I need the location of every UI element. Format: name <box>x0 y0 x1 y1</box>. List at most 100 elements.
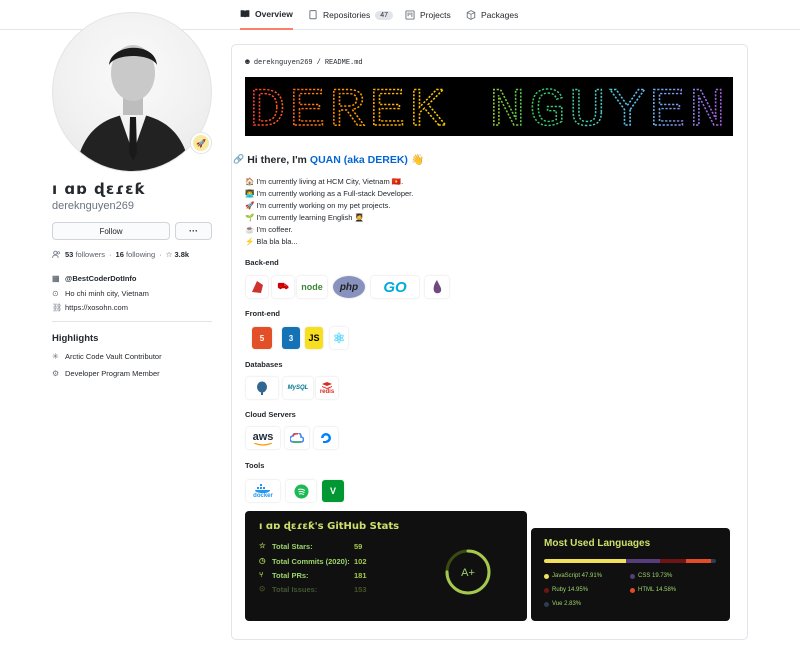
location-icon: ⊙ <box>52 288 59 298</box>
project-icon <box>405 10 415 20</box>
gcloud-icon[interactable] <box>285 427 309 449</box>
following-count: 16 <box>115 250 124 259</box>
aws-icon[interactable]: aws <box>246 427 280 449</box>
react-icon[interactable]: ⚛ <box>330 327 348 349</box>
vim-icon[interactable]: V <box>322 480 344 502</box>
cpu-icon: ⚙ <box>52 368 60 378</box>
following-label: following <box>125 250 156 259</box>
divider <box>52 321 212 322</box>
highlight-label: Developer Program Member <box>65 369 160 378</box>
snowflake-icon: ✳ <box>52 351 59 361</box>
followers-count: 53 <box>65 250 74 259</box>
followers-link[interactable]: 53 followers <box>65 250 105 259</box>
rocket-icon: 🚀 <box>193 135 209 151</box>
issue-icon: ⊙ <box>259 584 266 593</box>
language-label: JavaScript 47.91% <box>552 573 603 579</box>
highlight-arctic[interactable]: ✳ Arctic Code Vault Contributor <box>52 352 162 361</box>
follow-stats: 53 followers · 16 following · ☆ 3.8k <box>52 250 189 259</box>
html5-icon[interactable]: 5 <box>252 327 272 349</box>
org-name: @BestCoderDotInfo <box>65 274 137 283</box>
elixir-glyph <box>433 280 442 294</box>
language-bar-segment <box>711 559 716 563</box>
language-label: HTML 14.58% <box>638 587 677 593</box>
go-text: GO <box>383 278 407 296</box>
readme-banner: DEREK NGUYEN <box>245 77 733 136</box>
status-emoji-button[interactable]: 🚀 <box>190 132 212 154</box>
digitalocean-glyph <box>321 433 331 443</box>
profile-login: dereknguyen269 <box>52 200 134 212</box>
languages-title: Most Used Languages <box>544 538 651 549</box>
css3-icon[interactable]: 3 <box>282 327 300 349</box>
stat-row-stars: ☆ Total Stars: 59 <box>259 541 362 551</box>
stars-count: 3.8k <box>174 250 190 259</box>
language-dot <box>630 573 635 579</box>
php-icon[interactable]: php <box>333 276 365 298</box>
stat-row-commits: ◷ Total Commits (2020): 102 <box>259 556 367 566</box>
link-icon: ⛓ <box>52 302 63 312</box>
top-languages-card[interactable]: Most Used Languages JavaScript 47.91% CS… <box>531 528 730 621</box>
language-item: JavaScript 47.91% <box>544 573 602 579</box>
follow-button[interactable]: Follow <box>52 222 170 240</box>
readme-line: 🏠 I'm currently living at HCM City, Viet… <box>245 177 404 186</box>
stat-value: 102 <box>354 557 367 566</box>
elixir-icon[interactable] <box>425 276 449 298</box>
stars-link[interactable]: ☆ 3.8k <box>166 250 189 259</box>
tab-packages[interactable]: Packages <box>466 0 518 30</box>
language-bar-segment <box>544 559 627 563</box>
readme-owner-link[interactable]: dereknguyen269 <box>254 59 313 67</box>
github-stats-card[interactable]: ı ɑɒ ɖɛɾɛƙ's GitHub Stats ☆ Total Stars: … <box>245 511 527 621</box>
banner-text: DEREK NGUYEN <box>249 81 729 136</box>
more-options-button[interactable]: ··· <box>175 222 212 240</box>
redis-icon[interactable]: redis <box>316 377 338 399</box>
spotify-icon[interactable] <box>286 480 316 502</box>
go-icon[interactable]: GO <box>371 276 419 298</box>
node-text: node <box>301 282 323 292</box>
profile-org[interactable]: ▦ @BestCoderDotInfo <box>52 274 136 283</box>
readme-heading: 🔗 Hi there, I'm QUAN (aka DEREK) 👋 <box>233 153 425 167</box>
location-text: Ho chi minh city, Vietnam <box>65 289 149 298</box>
javascript-icon[interactable]: JS <box>305 327 323 349</box>
section-databases-title: Databases <box>245 360 283 369</box>
tab-projects[interactable]: Projects <box>405 0 451 30</box>
rails-icon[interactable]: ⛟ <box>272 276 294 298</box>
banner-art: DEREK NGUYEN <box>248 80 729 136</box>
tab-repositories[interactable]: Repositories 47 <box>308 0 394 30</box>
organization-icon: ▦ <box>52 273 60 283</box>
package-icon <box>466 10 476 20</box>
docker-glyph <box>255 483 270 493</box>
section-backend-title: Back-end <box>245 258 279 267</box>
postgresql-icon[interactable] <box>246 377 278 399</box>
avatar[interactable] <box>52 12 212 172</box>
mysql-icon[interactable]: MySQL <box>283 377 313 399</box>
website-link[interactable]: https://xosohn.com <box>65 303 128 312</box>
following-link[interactable]: 16 following <box>116 250 156 259</box>
digitalocean-icon[interactable] <box>314 427 338 449</box>
redis-text: redis <box>319 388 335 395</box>
profile-website[interactable]: ⛓ https://xosohn.com <box>52 303 128 312</box>
readme-file-link[interactable]: README.md <box>325 59 363 67</box>
anchor-link-icon[interactable]: 🔗 <box>233 154 244 165</box>
wave-icon: 👋 <box>410 154 425 166</box>
stats-title: ı ɑɒ ɖɛɾɛƙ's GitHub Stats <box>259 521 400 532</box>
stat-value: 181 <box>354 571 367 580</box>
postgres-glyph <box>257 381 267 395</box>
profile-name: ı ɑɒ ɖɛɾɛƙ <box>52 180 146 198</box>
ruby-icon[interactable] <box>246 276 268 298</box>
tab-overview[interactable]: Overview <box>240 0 293 30</box>
highlight-developer-program[interactable]: ⚙ Developer Program Member <box>52 369 160 378</box>
php-text: php <box>339 281 359 293</box>
language-bar-segment <box>660 559 687 563</box>
followers-label: followers <box>75 250 106 259</box>
highlights-title: Highlights <box>52 333 99 344</box>
readme-line: 👨‍💻 I'm currently working as a Full-stac… <box>245 189 414 198</box>
heading-name: QUAN (aka DEREK) <box>309 153 408 166</box>
language-bar-segment <box>686 559 712 563</box>
docker-icon[interactable]: docker <box>246 480 280 502</box>
redis-glyph <box>322 381 332 389</box>
section-frontend-title: Front-end <box>245 309 280 318</box>
grade-text: A+ <box>461 567 475 579</box>
node-icon[interactable]: node <box>297 276 327 298</box>
readme-line: 🚀 I'm currently working on my pet projec… <box>245 201 391 210</box>
ruby-glyph <box>252 281 263 293</box>
languages-progress-bar <box>544 559 716 563</box>
